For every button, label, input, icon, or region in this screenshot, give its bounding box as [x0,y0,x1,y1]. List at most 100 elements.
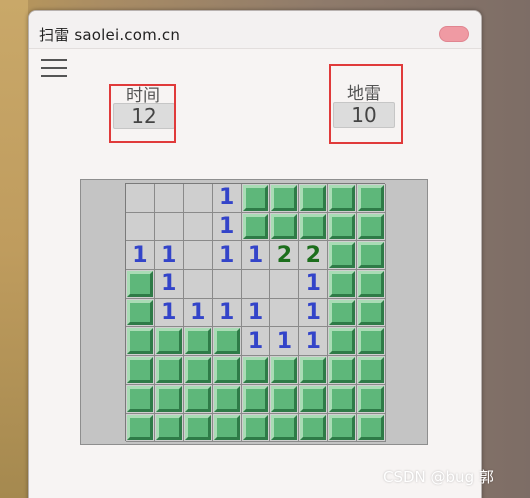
cell-number: 1 [218,242,235,268]
covered-cell[interactable] [328,384,358,414]
covered-cell[interactable] [357,184,387,213]
covered-cell[interactable] [357,212,387,242]
mines-highlight-box [329,64,403,144]
covered-tile [329,213,356,240]
covered-cell[interactable] [328,327,358,357]
number-cell[interactable]: 1 [212,184,242,213]
number-cell[interactable]: 1 [299,298,329,328]
empty-cell[interactable] [270,270,300,299]
number-cell[interactable]: 1 [241,241,271,271]
number-cell[interactable]: 1 [241,298,271,328]
empty-cell[interactable] [126,184,155,213]
covered-cell[interactable] [126,384,155,414]
covered-cell[interactable] [357,270,387,299]
covered-cell[interactable] [299,413,329,443]
empty-cell[interactable] [154,184,184,213]
covered-cell[interactable] [270,184,300,213]
number-cell[interactable]: 2 [270,241,300,271]
covered-cell[interactable] [328,270,358,299]
number-cell[interactable]: 1 [241,327,271,357]
covered-cell[interactable] [126,413,155,443]
covered-cell[interactable] [357,298,387,328]
covered-cell[interactable] [299,184,329,213]
empty-cell[interactable] [241,270,271,299]
number-cell[interactable]: 1 [154,241,184,271]
covered-cell[interactable] [183,327,213,357]
number-cell[interactable]: 1 [183,298,213,328]
covered-cell[interactable] [241,184,271,213]
covered-cell[interactable] [328,356,358,385]
covered-cell[interactable] [212,384,242,414]
hamburger-menu-icon[interactable] [41,59,67,77]
empty-cell[interactable] [183,184,213,213]
covered-cell[interactable] [270,413,300,443]
covered-cell[interactable] [154,413,184,443]
number-cell[interactable]: 2 [299,241,329,271]
empty-cell[interactable] [212,270,242,299]
window-title: 扫雷 saolei.com.cn [39,26,181,44]
covered-tile [127,385,153,412]
covered-cell[interactable] [299,356,329,385]
number-cell[interactable]: 1 [212,212,242,242]
covered-cell[interactable] [357,384,387,414]
covered-cell[interactable] [357,413,387,443]
number-cell[interactable]: 1 [299,327,329,357]
covered-tile [242,213,269,240]
covered-cell[interactable] [299,212,329,242]
covered-cell[interactable] [357,327,387,357]
empty-cell[interactable] [183,270,213,299]
number-cell[interactable]: 1 [154,298,184,328]
covered-cell[interactable] [212,413,242,443]
title-bar[interactable]: 扫雷 saolei.com.cn [29,11,481,49]
covered-cell[interactable] [328,241,358,271]
empty-cell[interactable] [183,212,213,242]
covered-tile [127,271,153,297]
covered-cell[interactable] [154,327,184,357]
number-cell[interactable]: 1 [126,241,155,271]
desktop-background [0,0,28,498]
covered-cell[interactable] [270,356,300,385]
covered-cell[interactable] [126,327,155,357]
cell-number: 1 [190,300,206,326]
covered-cell[interactable] [241,212,271,242]
number-cell[interactable]: 1 [212,241,242,271]
covered-cell[interactable] [212,356,242,385]
covered-cell[interactable] [357,241,387,271]
number-cell[interactable]: 1 [154,270,184,299]
covered-tile [155,357,182,383]
close-icon[interactable] [439,26,469,42]
covered-cell[interactable] [299,384,329,414]
covered-cell[interactable] [328,413,358,443]
covered-tile [358,242,385,269]
number-cell[interactable]: 1 [299,270,329,299]
covered-cell[interactable] [270,384,300,414]
time-highlight-box [109,84,176,143]
covered-cell[interactable] [328,212,358,242]
covered-cell[interactable] [154,356,184,385]
covered-cell[interactable] [126,356,155,385]
covered-cell[interactable] [183,413,213,443]
empty-cell[interactable] [270,298,300,328]
covered-cell[interactable] [154,384,184,414]
covered-tile [358,414,385,441]
covered-cell[interactable] [357,356,387,385]
covered-cell[interactable] [126,270,155,299]
empty-cell[interactable] [154,212,184,242]
covered-cell[interactable] [183,356,213,385]
covered-tile [358,385,385,412]
empty-cell[interactable] [126,212,155,242]
covered-cell[interactable] [241,356,271,385]
covered-cell[interactable] [328,184,358,213]
covered-cell[interactable] [270,212,300,242]
covered-cell[interactable] [241,384,271,414]
covered-cell[interactable] [183,384,213,414]
covered-tile [358,357,385,383]
covered-cell[interactable] [212,327,242,357]
number-cell[interactable]: 1 [270,327,300,357]
covered-cell[interactable] [241,413,271,443]
covered-cell[interactable] [328,298,358,328]
covered-tile [300,385,327,412]
covered-cell[interactable] [126,298,155,328]
number-cell[interactable]: 1 [212,298,242,328]
empty-cell[interactable] [183,241,213,271]
